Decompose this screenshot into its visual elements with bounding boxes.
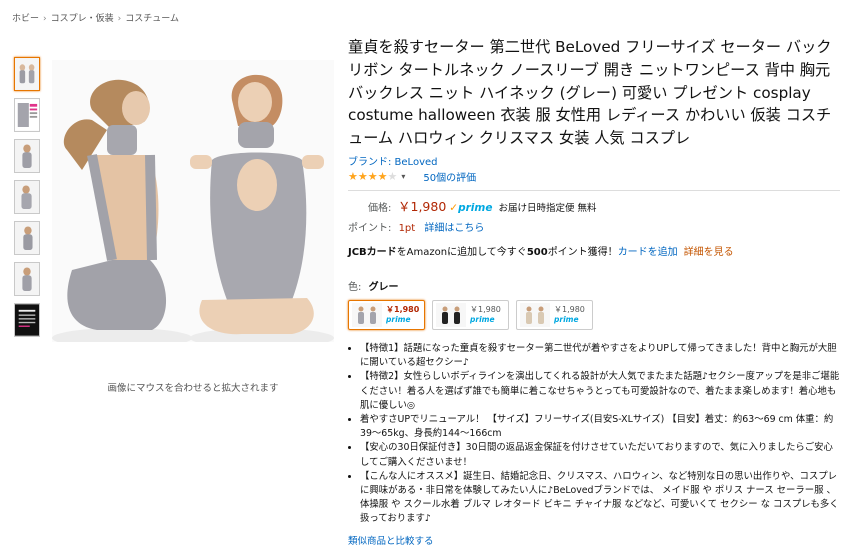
prime-badge: ✓prime xyxy=(449,202,492,214)
feature-bullet: 【特徴2】女性らしいボディラインを演出してくれる設計が大人気でまたまた話題♪セク… xyxy=(360,370,840,413)
swatch-price: ￥1,980 xyxy=(470,304,501,314)
breadcrumb-hobby[interactable]: ホビー xyxy=(12,14,39,24)
jcb-details-link[interactable]: 詳細を見る xyxy=(684,247,734,258)
feature-bullet: 着やすさUPでリニューアル！ 【サイズ】フリーサイズ(目安S-XLサイズ) 【目… xyxy=(360,413,840,441)
zoom-hint: 画像にマウスを合わせると拡大されます xyxy=(107,383,279,394)
feature-bullet: 【安心の30日保証付き】30日間の返品返金保証を付けさせていただいておりますので… xyxy=(360,441,840,469)
thumbnail-3[interactable] xyxy=(14,139,40,173)
breadcrumb: ホビー › コスプレ・仮装 › コスチューム xyxy=(12,11,179,24)
swatch-prime: prime xyxy=(554,314,579,324)
points-details-link[interactable]: 詳細はこちら xyxy=(424,223,484,234)
add-card-link[interactable]: カードを追加 xyxy=(618,247,678,258)
jcb-card-text: JCBカード xyxy=(348,246,397,258)
swatch-prime: prime xyxy=(386,314,411,324)
prime-check-icon: ✓ xyxy=(449,201,459,214)
color-row: 色: グレー xyxy=(348,278,840,293)
thumbnail-1[interactable] xyxy=(14,57,40,91)
color-value: グレー xyxy=(368,281,399,293)
jcb-promo-text: をAmazonに追加して今すぐ xyxy=(396,246,527,258)
thumbnail-7[interactable] xyxy=(14,303,40,337)
swatch-image xyxy=(352,302,382,327)
color-label: 色: xyxy=(348,281,362,293)
feature-bullets: 【特徴1】話題になった童貞を殺すセーター第二世代が着やすさをよりUPして帰ってき… xyxy=(348,342,840,527)
swatch-prime: prime xyxy=(470,314,495,324)
swatch-image xyxy=(436,302,466,327)
swatch-price: ￥1,980 xyxy=(554,304,585,314)
product-title: 童貞を殺すセーター 第二世代 BeLoved フリーサイズ セーター バックリボ… xyxy=(348,38,832,148)
star-full-icon: ★★★★ xyxy=(348,169,388,183)
price-row: 価格: ￥1,980 ✓prime お届け日時指定便 無料 xyxy=(368,196,840,215)
delivery-text: お届け日時指定便 無料 xyxy=(498,202,597,214)
star-empty-icon: ★ xyxy=(387,169,398,183)
price-label: 価格: xyxy=(368,202,392,214)
rating-row: ★★★★★ ▾ 50個の評価 xyxy=(348,169,840,184)
swatch-price: ￥1,980 xyxy=(386,304,420,314)
thumbnail-4[interactable] xyxy=(14,180,40,214)
prime-label: prime xyxy=(458,201,493,214)
thumbnail-5[interactable] xyxy=(14,221,40,255)
breadcrumb-separator: › xyxy=(43,14,47,24)
jcb-points: 500 xyxy=(526,246,548,258)
thumbnail-strip xyxy=(14,57,42,344)
breadcrumb-cosplay[interactable]: コスプレ・仮装 xyxy=(51,14,114,24)
feature-bullet: 【こんな人にオススメ】誕生日、結婚記念日、クリスマス、ハロウィン、など特別な日の… xyxy=(360,470,840,527)
swatch-image xyxy=(520,302,550,327)
feature-bullet: 【特徴1】話題になった童貞を殺すセーター第二世代が着やすさをよりUPして帰ってき… xyxy=(360,342,840,370)
thumbnail-2[interactable] xyxy=(14,98,40,132)
divider xyxy=(348,189,840,191)
swatch-grey[interactable]: ￥1,980 prime xyxy=(348,299,425,330)
star-rating-icon[interactable]: ★★★★★ xyxy=(348,170,397,183)
product-info: 童貞を殺すセーター 第二世代 BeLoved フリーサイズ セーター バックリボ… xyxy=(348,36,840,547)
swatch-black[interactable]: ￥1,980 prime xyxy=(432,299,509,330)
jcb-promo-suffix: ポイント獲得！ xyxy=(547,246,618,258)
points-row: ポイント: 1pt 詳細はこちら xyxy=(348,219,840,234)
compare-similar-link[interactable]: 類似商品と比較する xyxy=(348,533,840,547)
main-product-image[interactable] xyxy=(52,60,334,342)
breadcrumb-costume[interactable]: コスチューム xyxy=(125,14,179,24)
points-label: ポイント: xyxy=(348,222,392,234)
color-swatches: ￥1,980 prime ￥1,980 prime ￥1,980 prime xyxy=(348,299,840,330)
price-value: ￥1,980 xyxy=(398,198,447,214)
jcb-promo: JCBカードをAmazonに追加して今すぐ500ポイント獲得！カードを追加 詳細を… xyxy=(348,243,840,258)
reviews-link[interactable]: 50個の評価 xyxy=(423,169,476,184)
swatch-beige[interactable]: ￥1,980 prime xyxy=(516,299,593,330)
brand-link[interactable]: ブランド: BeLoved xyxy=(348,153,840,168)
chevron-down-icon[interactable]: ▾ xyxy=(401,172,405,181)
breadcrumb-separator: › xyxy=(117,14,122,24)
thumbnail-6[interactable] xyxy=(14,262,40,296)
points-value: 1pt xyxy=(398,222,416,234)
